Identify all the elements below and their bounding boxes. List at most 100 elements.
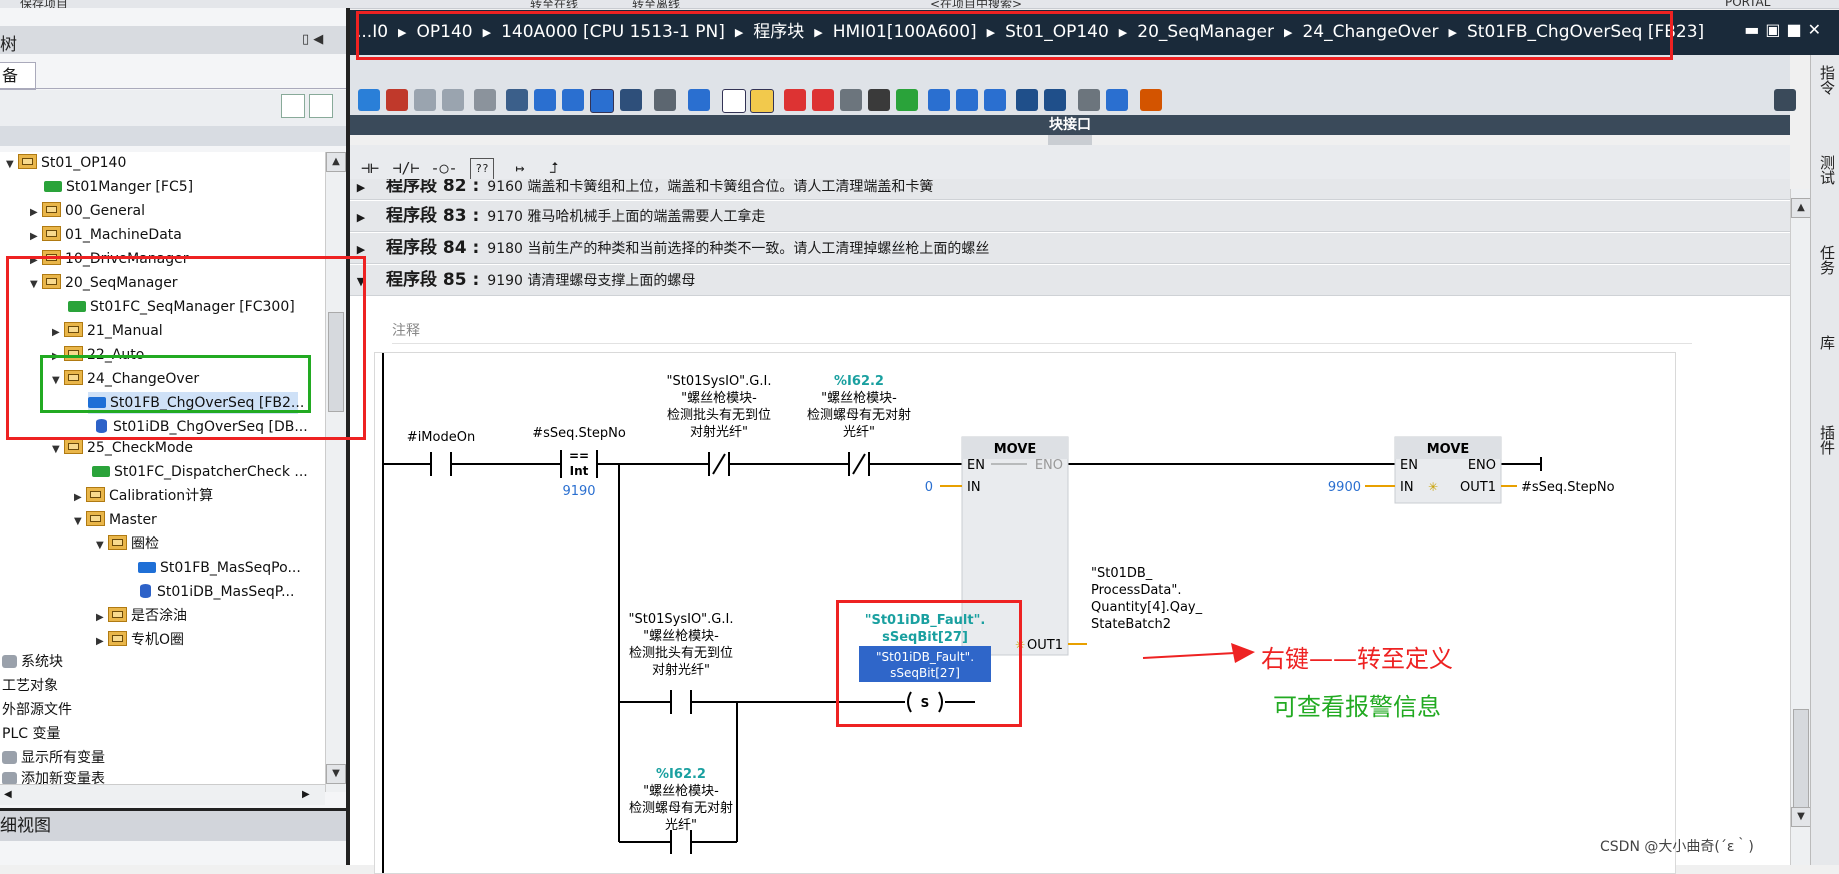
expand-closed-icon[interactable]: ▶	[96, 631, 108, 653]
list-view-icon[interactable]	[722, 89, 746, 113]
no-contact-icon[interactable]: ⊣⊢	[356, 155, 384, 181]
go-offline-button[interactable]: 转至离线	[632, 0, 680, 8]
nc-contact-nut-sensor[interactable]	[848, 452, 870, 476]
favorites-icon[interactable]	[688, 89, 710, 111]
glasses-monitor-icon[interactable]	[1078, 89, 1100, 111]
download-icon[interactable]	[896, 89, 918, 111]
expand-open-icon[interactable]: ▼	[96, 535, 108, 557]
close-branch-icon[interactable]: ⮥	[540, 155, 568, 181]
scroll-down-icon[interactable]: ▼	[1791, 807, 1811, 827]
compare-equal-box[interactable]: == Int	[560, 449, 598, 478]
go-to-error-icon[interactable]	[784, 89, 806, 111]
collapse-networks-icon[interactable]	[534, 89, 556, 111]
nc-contact-icon[interactable]: ⊣/⊢	[392, 155, 420, 181]
tree-item-master[interactable]: ▼ Master	[74, 509, 157, 531]
move-out-operand[interactable]: ProcessData".	[1091, 583, 1181, 598]
no-contact-batch-sensor[interactable]	[670, 690, 692, 714]
expand-open-icon[interactable]: ▼	[52, 439, 64, 461]
nc-contact-batch-sensor[interactable]	[708, 452, 730, 476]
go-online-button[interactable]: 转至在线	[530, 0, 578, 8]
tree-item-zhuanji-oquan[interactable]: ▶ 专机O圈	[96, 629, 184, 651]
tree-vertical-scrollbar[interactable]: ▲ ▼	[325, 152, 346, 792]
panel-pin-icon[interactable]: ▯ ◀	[302, 32, 323, 47]
tab-libraries[interactable]: 库	[1813, 335, 1838, 350]
move-out-operand[interactable]: Quantity[4].Qay_	[1091, 600, 1203, 615]
move-box-2[interactable]: MOVE EN ENO IN ✳ OUT1	[1394, 436, 1502, 504]
scroll-right-icon[interactable]: ▶	[302, 789, 310, 800]
expand-closed-icon[interactable]: ▶	[30, 226, 42, 248]
editor-vertical-scrollbar[interactable]: ▲ ▼	[1790, 189, 1811, 865]
network-title-84[interactable]: ▶ 程序段 84 :9180 当前生产的种类和当前选择的种类不一致。请人工清理掉螺…	[350, 233, 1790, 264]
expand-closed-icon[interactable]: ▶	[30, 202, 42, 224]
no-contact-nut-sensor[interactable]	[670, 830, 692, 854]
tag-info-icon[interactable]	[654, 89, 676, 111]
compare-icon[interactable]	[840, 89, 862, 111]
tree-item-technology-objects[interactable]: 工艺对象	[2, 675, 58, 697]
scroll-thumb[interactable]	[1793, 709, 1809, 809]
expand-closed-icon[interactable]: ▶	[350, 203, 372, 233]
coil-icon[interactable]: -○-	[430, 155, 458, 181]
tree-item-01-machinedata[interactable]: ▶ 01_MachineData	[30, 224, 182, 246]
expand-open-icon[interactable]: ▼	[6, 154, 18, 176]
tree-item-st01fc-dispatchercheck[interactable]: St01FC_DispatcherCheck ...	[92, 461, 308, 483]
layout-icon[interactable]	[1774, 89, 1796, 111]
tree-item-25-checkmode[interactable]: ▼ 25_CheckMode	[52, 437, 193, 459]
toggle-comments-icon[interactable]	[590, 89, 614, 113]
tree-item-st01idb-masseqp[interactable]: St01iDB_MasSeqP...	[140, 581, 294, 603]
align-icon[interactable]	[984, 89, 1006, 111]
favorite-star-icon[interactable]	[750, 89, 774, 113]
tab-tasks[interactable]: 任务	[1813, 245, 1838, 275]
expand-open-icon[interactable]: ▼	[74, 511, 86, 533]
tree-item-plc-tags[interactable]: PLC 变量	[2, 723, 60, 745]
clear-icon[interactable]	[474, 89, 496, 111]
network-title-82[interactable]: ▶ 程序段 82 : 9160 端盖和卡簧组和上位，端盖和卡簧组合位。请人工清理端盖…	[350, 179, 1790, 200]
detail-view-header[interactable]: 细视图	[0, 808, 346, 841]
splitter-handle[interactable]	[1048, 135, 1092, 145]
tab-testing[interactable]: 测试	[1813, 155, 1838, 185]
delete-network-icon[interactable]	[386, 89, 408, 111]
go-to-previous-icon[interactable]	[1016, 89, 1038, 111]
contact-imodeon[interactable]	[430, 452, 452, 476]
tree-item-external-sources[interactable]: 外部源文件	[2, 699, 72, 721]
expand-closed-icon[interactable]: ▶	[74, 487, 86, 509]
add-row-icon[interactable]	[442, 89, 464, 111]
minimize-icon[interactable]: ▬	[1744, 20, 1765, 39]
restore-icon[interactable]: ▣	[1765, 20, 1786, 39]
go-to-next-icon[interactable]	[1044, 89, 1066, 111]
tree-item-st01-op140[interactable]: ▼ St01_OP140	[6, 152, 126, 174]
network-comment-icon[interactable]	[562, 89, 584, 111]
tab-instructions[interactable]: 指令	[1813, 65, 1838, 95]
tree-item-system-blocks[interactable]: 系统块	[2, 651, 63, 673]
tree-item-st01fb-masseqpo[interactable]: St01FB_MasSeqPo...	[138, 557, 301, 579]
tree-item-00-general[interactable]: ▶ 00_General	[30, 200, 145, 222]
maximize-icon[interactable]: ■	[1786, 20, 1807, 39]
indent-icon[interactable]	[928, 89, 950, 111]
scroll-up-icon[interactable]: ▲	[1791, 198, 1811, 218]
tab-addins[interactable]: 插件	[1813, 425, 1838, 455]
monitor-icon[interactable]	[868, 89, 890, 111]
move-out-operand[interactable]: StateBatch2	[1091, 617, 1171, 632]
tree-item-quanjian[interactable]: ▼ 圈检	[96, 533, 159, 555]
tree-item-calibration[interactable]: ▶ Calibration计算	[74, 485, 213, 507]
move-out-operand[interactable]: "St01DB_	[1091, 566, 1153, 581]
network-comment-field[interactable]: 注释	[392, 319, 1692, 344]
outdent-icon[interactable]	[956, 89, 978, 111]
tree-item-shifoutuyou[interactable]: ▶ 是否涂油	[96, 605, 187, 627]
move-in-value[interactable]: 0	[925, 480, 933, 495]
insert-network-icon[interactable]	[358, 89, 380, 111]
scroll-up-icon[interactable]: ▲	[326, 152, 346, 172]
move-out-operand[interactable]: #sSeq.StepNo	[1521, 480, 1615, 495]
move-in-value[interactable]: 9900	[1328, 480, 1361, 495]
scroll-down-icon[interactable]: ▼	[326, 764, 346, 784]
scroll-left-icon[interactable]: ◀	[4, 789, 12, 800]
tree-item-show-all-tags[interactable]: 显示所有变量	[2, 747, 105, 769]
tree-horizontal-scrollbar[interactable]: ◀ ▶	[0, 784, 325, 805]
tree-item-st01manger[interactable]: St01Manger [FC5]	[44, 176, 193, 198]
overview-icon[interactable]	[281, 94, 305, 118]
network-title-83[interactable]: ▶ 程序段 83 : 9170 雅马哈机械手上面的端盖需要人工拿走	[350, 201, 1790, 232]
monitor-values-icon[interactable]	[1140, 89, 1162, 111]
open-branch-icon[interactable]: ↦	[506, 155, 534, 181]
monitor-on-off-icon[interactable]	[1106, 89, 1128, 111]
tree-settings-icon[interactable]	[309, 94, 333, 118]
tab-devices[interactable]: 备	[0, 62, 36, 90]
